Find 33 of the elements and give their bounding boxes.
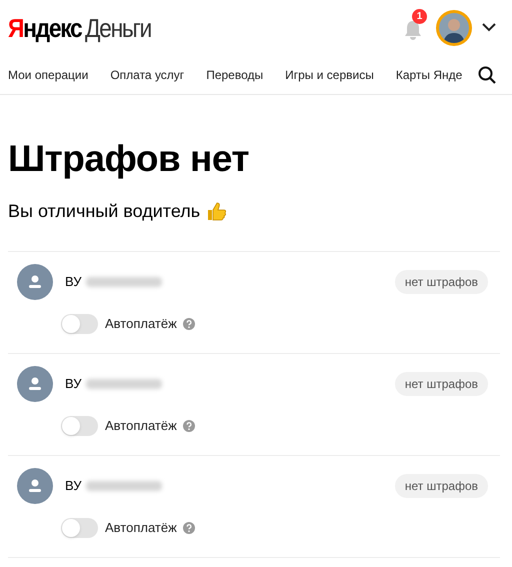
help-icon[interactable] xyxy=(182,318,195,330)
autopay-label: Автоплатёж xyxy=(105,315,177,334)
search-icon[interactable] xyxy=(478,66,496,84)
toggle-switch[interactable] xyxy=(61,314,98,334)
thumbs-up-icon xyxy=(206,200,228,222)
chevron-down-icon[interactable] xyxy=(482,23,496,32)
help-icon[interactable] xyxy=(182,522,195,534)
nav-link[interactable]: Оплата услуг xyxy=(110,66,184,84)
document-type: ВУ xyxy=(65,375,82,394)
status-badge: нет штрафов xyxy=(394,372,488,396)
toggle-switch[interactable] xyxy=(61,518,98,538)
user-icon xyxy=(17,366,53,402)
nav-link[interactable]: Игры и сервисы xyxy=(285,66,374,84)
notification-badge: 1 xyxy=(412,8,427,24)
nav-link[interactable]: Переводы xyxy=(206,66,264,84)
autopay-label: Автоплатёж xyxy=(105,519,177,538)
subtitle: Вы отличный водитель xyxy=(8,200,200,223)
nav-link[interactable]: Карты Янде xyxy=(396,66,462,84)
help-icon[interactable] xyxy=(182,420,195,432)
document-type: ВУ xyxy=(65,477,82,496)
logo-wordmark[interactable]: Яндекс xyxy=(8,12,82,42)
logo-product-name[interactable]: Деньги xyxy=(85,12,151,42)
user-avatar[interactable] xyxy=(436,10,472,46)
user-icon xyxy=(17,468,53,504)
status-badge: нет штрафов xyxy=(394,270,488,294)
nav-link[interactable]: Мои операции xyxy=(8,66,88,84)
autopay-label: Автоплатёж xyxy=(105,417,177,436)
page-title: Штрафов нет xyxy=(8,137,250,181)
bell-icon[interactable] xyxy=(402,18,424,40)
status-badge: нет штрафов xyxy=(394,474,488,498)
document-type: ВУ xyxy=(65,273,82,292)
toggle-switch[interactable] xyxy=(61,416,98,436)
user-icon xyxy=(17,264,53,300)
